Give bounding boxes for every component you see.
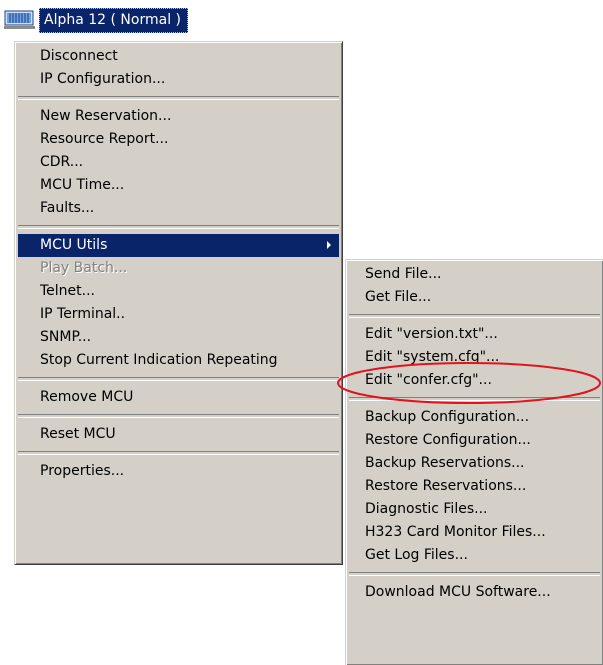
menu-item-mcu-utils[interactable]: MCU Utils <box>18 234 339 257</box>
submenu-item-edit-version-txt[interactable]: Edit "version.txt"... <box>349 323 600 346</box>
menu-separator <box>349 397 600 401</box>
submenu-item-edit-confer-cfg[interactable]: Edit "confer.cfg"... <box>349 369 600 392</box>
submenu-item-send-file[interactable]: Send File... <box>349 263 600 286</box>
mcu-node-label[interactable]: Alpha 12 ( Normal ) <box>39 7 188 33</box>
submenu-item-h323-card-monitor-files[interactable]: H323 Card Monitor Files... <box>349 521 600 544</box>
mcu-context-menu: Disconnect IP Configuration... New Reser… <box>14 41 343 565</box>
mcu-node[interactable]: Alpha 12 ( Normal ) <box>4 6 188 34</box>
submenu-item-get-file[interactable]: Get File... <box>349 286 600 309</box>
menu-item-mcu-time[interactable]: MCU Time... <box>18 174 339 197</box>
menu-item-telnet[interactable]: Telnet... <box>18 280 339 303</box>
menu-item-ip-terminal[interactable]: IP Terminal.. <box>18 303 339 326</box>
menu-separator <box>349 572 600 576</box>
submenu-item-backup-reservations[interactable]: Backup Reservations... <box>349 452 600 475</box>
submenu-item-edit-system-cfg[interactable]: Edit "system.cfg"... <box>349 346 600 369</box>
menu-item-cdr[interactable]: CDR... <box>18 151 339 174</box>
menu-separator <box>18 225 339 229</box>
menu-item-play-batch: Play Batch... <box>40 260 128 276</box>
submenu-item-restore-reservations[interactable]: Restore Reservations... <box>349 475 600 498</box>
submenu-item-backup-configuration[interactable]: Backup Configuration... <box>349 406 600 429</box>
menu-item-mcu-utils-label: MCU Utils <box>40 237 108 253</box>
menu-separator <box>349 314 600 318</box>
mcu-utils-submenu: Send File... Get File... Edit "version.t… <box>345 259 603 665</box>
submenu-item-download-mcu-software[interactable]: Download MCU Software... <box>349 581 600 604</box>
menu-item-ip-configuration[interactable]: IP Configuration... <box>18 68 339 91</box>
submenu-arrow-icon <box>327 241 331 249</box>
menu-item-resource-report[interactable]: Resource Report... <box>18 128 339 151</box>
menu-item-reset-mcu[interactable]: Reset MCU <box>18 423 339 446</box>
submenu-item-restore-configuration[interactable]: Restore Configuration... <box>349 429 600 452</box>
submenu-item-get-log-files[interactable]: Get Log Files... <box>349 544 600 567</box>
menu-item-disconnect[interactable]: Disconnect <box>18 45 339 68</box>
submenu-item-diagnostic-files[interactable]: Diagnostic Files... <box>349 498 600 521</box>
menu-item-snmp[interactable]: SNMP... <box>18 326 339 349</box>
menu-item-new-reservation[interactable]: New Reservation... <box>18 105 339 128</box>
menu-separator <box>18 377 339 381</box>
menu-item-faults[interactable]: Faults... <box>18 197 339 220</box>
menu-separator <box>18 414 339 418</box>
menu-separator <box>18 451 339 455</box>
menu-item-stop-indication-repeating[interactable]: Stop Current Indication Repeating <box>18 349 339 372</box>
menu-item-properties[interactable]: Properties... <box>18 460 339 483</box>
menu-separator <box>18 96 339 100</box>
mcu-device-icon <box>4 10 35 29</box>
menu-item-remove-mcu[interactable]: Remove MCU <box>18 386 339 409</box>
